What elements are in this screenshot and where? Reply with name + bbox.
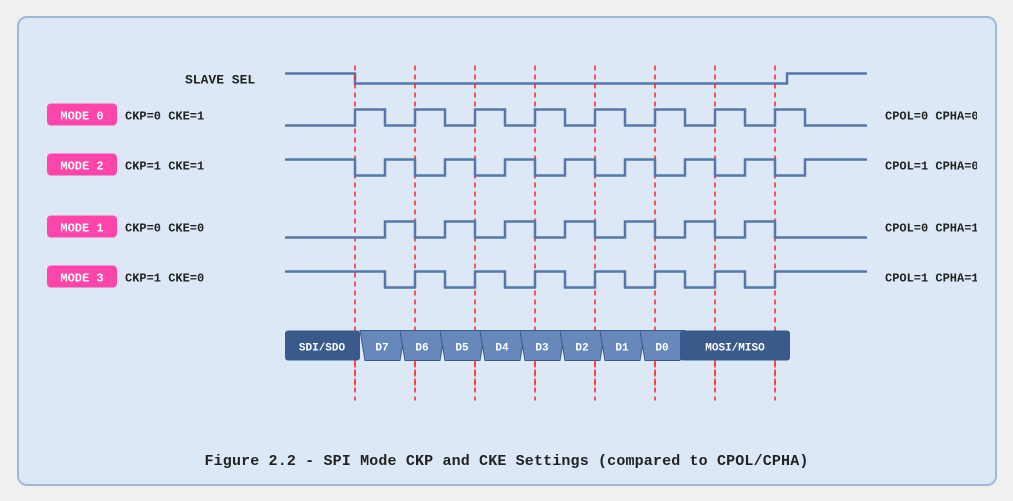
d3-cell: D3 — [535, 342, 549, 354]
waveform-svg: SLAVE SEL MODE 0 CKP=0 CKE=1 CPOL=0 CPHA… — [37, 36, 977, 445]
figure-caption: Figure 2.2 - SPI Mode CKP and CKE Settin… — [37, 445, 977, 474]
mode3-params: CKP=1 CKE=0 — [125, 271, 204, 285]
mode0-params: CKP=0 CKE=1 — [125, 109, 204, 123]
d4-cell: D4 — [495, 342, 509, 354]
d0-cell: D0 — [655, 342, 668, 354]
d5-cell: D5 — [455, 342, 469, 354]
mode1-cpol: CPOL=0 CPHA=1 — [885, 221, 977, 235]
mode2-badge: MODE 2 — [60, 159, 103, 173]
mode0-badge: MODE 0 — [60, 109, 103, 123]
mode1-badge: MODE 1 — [60, 221, 103, 235]
d2-cell: D2 — [575, 342, 588, 354]
d7-cell: D7 — [375, 342, 388, 354]
d1-cell: D1 — [615, 342, 629, 354]
mode3-cpol: CPOL=1 CPHA=1 — [885, 271, 977, 285]
diagram-container: SLAVE SEL MODE 0 CKP=0 CKE=1 CPOL=0 CPHA… — [17, 16, 997, 486]
diagram-area: SLAVE SEL MODE 0 CKP=0 CKE=1 CPOL=0 CPHA… — [37, 36, 977, 445]
slave-sel-label: SLAVE SEL — [185, 72, 255, 87]
mode2-cpol: CPOL=1 CPHA=0 — [885, 159, 977, 173]
sdi-sdo-label: SDI/SDO — [298, 342, 345, 354]
mosi-miso-label: MOSI/MISO — [705, 342, 765, 354]
mode3-badge: MODE 3 — [60, 271, 103, 285]
mode0-cpol: CPOL=0 CPHA=0 — [885, 109, 977, 123]
mode1-params: CKP=0 CKE=0 — [125, 221, 204, 235]
mode2-params: CKP=1 CKE=1 — [125, 159, 204, 173]
d6-cell: D6 — [415, 342, 428, 354]
